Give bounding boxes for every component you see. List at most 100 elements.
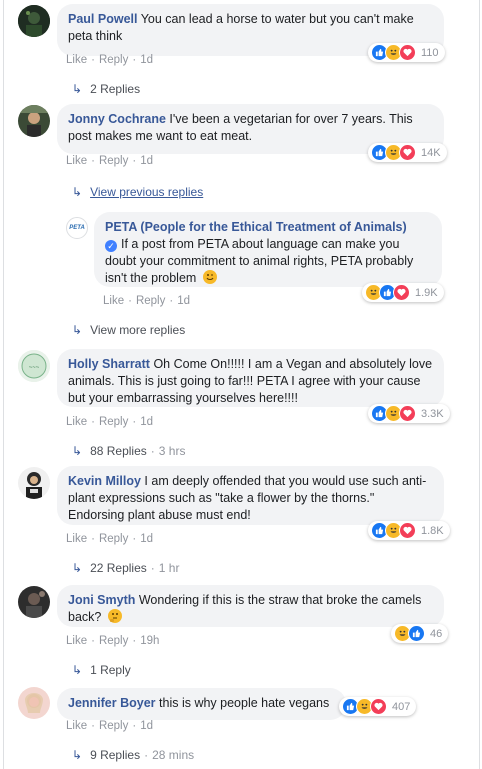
reaction-summary[interactable]: 46 [391, 624, 449, 643]
reply-arrow-icon: ↳ [72, 444, 83, 458]
like-link[interactable]: Like [66, 533, 87, 545]
comment-actions: Like · Reply · 1d [66, 720, 153, 732]
like-link[interactable]: Like [103, 295, 124, 307]
love-reaction-icon [370, 698, 387, 715]
avatar[interactable]: PETA [66, 217, 88, 239]
replies-count[interactable]: 9 Replies [90, 748, 140, 762]
reply-link[interactable]: Reply [99, 720, 128, 732]
view-replies[interactable]: ↳ 9 Replies · 28 mins [72, 748, 194, 762]
comment-actions: Like · Reply · 1d [66, 155, 153, 167]
comment-actions: Like · Reply · 1d [66, 54, 153, 66]
reaction-summary[interactable]: 407 [339, 697, 417, 716]
comment-actions: Like · Reply · 1d [66, 533, 153, 545]
reaction-count: 1.9K [415, 286, 438, 299]
view-more-link[interactable]: View more replies [90, 323, 185, 337]
reaction-count: 407 [392, 700, 411, 713]
comment-actions: Like · Reply · 19h [66, 635, 160, 647]
replies-count[interactable]: 22 Replies [90, 561, 147, 575]
comment-time[interactable]: 1d [140, 416, 153, 428]
reply-arrow-icon: ↳ [72, 748, 83, 762]
comment-author[interactable]: Jennifer Boyer [68, 696, 156, 710]
like-link[interactable]: Like [66, 54, 87, 66]
peta-logo: PETA [69, 225, 85, 231]
reply-arrow-icon: ↳ [72, 185, 83, 199]
comment-time[interactable]: 1d [140, 533, 153, 545]
comment-bubble: Jennifer Boyer this is why people hate v… [57, 688, 346, 720]
comment-time[interactable]: 1d [140, 155, 153, 167]
comment-author[interactable]: Holly Sharratt [68, 357, 150, 371]
thinking-emoji-icon [107, 609, 122, 623]
comment-time[interactable]: 1d [140, 54, 153, 66]
like-link[interactable]: Like [66, 155, 87, 167]
view-replies[interactable]: ↳ 2 Replies [72, 82, 140, 96]
view-replies[interactable]: ↳ 1 Reply [72, 663, 131, 677]
comment-bubble: PETA (People for the Ethical Treatment o… [94, 212, 442, 287]
comment-text: If a post from PETA about language can m… [105, 237, 414, 285]
view-replies[interactable]: ↳ 88 Replies · 3 hrs [72, 444, 185, 458]
avatar[interactable] [18, 5, 50, 37]
love-reaction-icon [399, 522, 416, 539]
replies-time: 28 mins [152, 748, 195, 762]
replies-count[interactable]: 1 Reply [90, 663, 131, 677]
reply-link[interactable]: Reply [99, 155, 128, 167]
comment-time[interactable]: 19h [140, 635, 159, 647]
comment-actions: Like · Reply · 1d [103, 295, 190, 307]
replies-time: 1 hr [158, 561, 180, 575]
reply-link[interactable]: Reply [99, 416, 128, 428]
reaction-count: 14K [421, 146, 441, 159]
view-previous-replies[interactable]: ↳ View previous replies [72, 185, 203, 199]
comment-author[interactable]: Kevin Milloy [68, 474, 141, 488]
comment-bubble: Kevin Milloy I am deeply offended that y… [57, 466, 444, 525]
like-link[interactable]: Like [66, 635, 87, 647]
view-more-replies[interactable]: ↳ View more replies [72, 323, 185, 337]
reaction-summary[interactable]: 3.3K [368, 404, 450, 423]
love-reaction-icon [399, 144, 416, 161]
reply-arrow-icon: ↳ [72, 323, 83, 337]
replies-count[interactable]: 88 Replies [90, 444, 147, 458]
reply-link[interactable]: Reply [99, 54, 128, 66]
love-reaction-icon [399, 44, 416, 61]
reaction-summary[interactable]: 1.9K [362, 283, 444, 302]
view-previous-link[interactable]: View previous replies [90, 185, 203, 199]
like-reaction-icon [408, 625, 425, 642]
comment-author[interactable]: Jonny Cochrane [68, 112, 166, 126]
reply-link[interactable]: Reply [99, 533, 128, 545]
reaction-count: 3.3K [421, 407, 444, 420]
avatar[interactable]: ~~~ [18, 350, 50, 382]
comment-author[interactable]: Joni Smyth [68, 593, 135, 607]
comment-author[interactable]: Paul Powell [68, 12, 137, 26]
reaction-summary[interactable]: 110 [368, 43, 445, 62]
reaction-count: 1.8K [421, 524, 444, 537]
avatar[interactable] [18, 467, 50, 499]
reaction-summary[interactable]: 1.8K [368, 521, 450, 540]
comment-actions: Like · Reply · 1d [66, 416, 153, 428]
reaction-summary[interactable]: 14K [368, 143, 447, 162]
wink-emoji-icon [202, 270, 217, 284]
avatar[interactable] [18, 105, 50, 137]
avatar[interactable] [18, 586, 50, 618]
reply-arrow-icon: ↳ [72, 82, 83, 96]
comment-text: this is why people hate vegans [159, 696, 330, 710]
reaction-count: 46 [430, 627, 443, 640]
love-reaction-icon [393, 284, 410, 301]
like-link[interactable]: Like [66, 416, 87, 428]
replies-count[interactable]: 2 Replies [90, 82, 140, 96]
comment-bubble: Joni Smyth Wondering if this is the stra… [57, 585, 444, 627]
svg-text:~~~: ~~~ [29, 365, 40, 371]
reply-arrow-icon: ↳ [72, 561, 83, 575]
reply-arrow-icon: ↳ [72, 663, 83, 677]
like-link[interactable]: Like [66, 720, 87, 732]
replies-time: 3 hrs [158, 444, 186, 458]
reply-link[interactable]: Reply [136, 295, 165, 307]
comment-author[interactable]: PETA (People for the Ethical Treatment o… [105, 220, 407, 234]
comment-bubble: Holly Sharratt Oh Come On!!!!! I am a Ve… [57, 349, 444, 407]
avatar[interactable] [18, 687, 50, 719]
love-reaction-icon [399, 405, 416, 422]
reply-link[interactable]: Reply [99, 635, 128, 647]
verified-badge-icon: ✓ [105, 240, 117, 252]
comments-panel: Paul Powell You can lead a horse to wate… [3, 0, 480, 769]
view-replies[interactable]: ↳ 22 Replies · 1 hr [72, 561, 179, 575]
reaction-count: 110 [421, 46, 439, 59]
comment-time[interactable]: 1d [177, 295, 190, 307]
comment-time[interactable]: 1d [140, 720, 153, 732]
